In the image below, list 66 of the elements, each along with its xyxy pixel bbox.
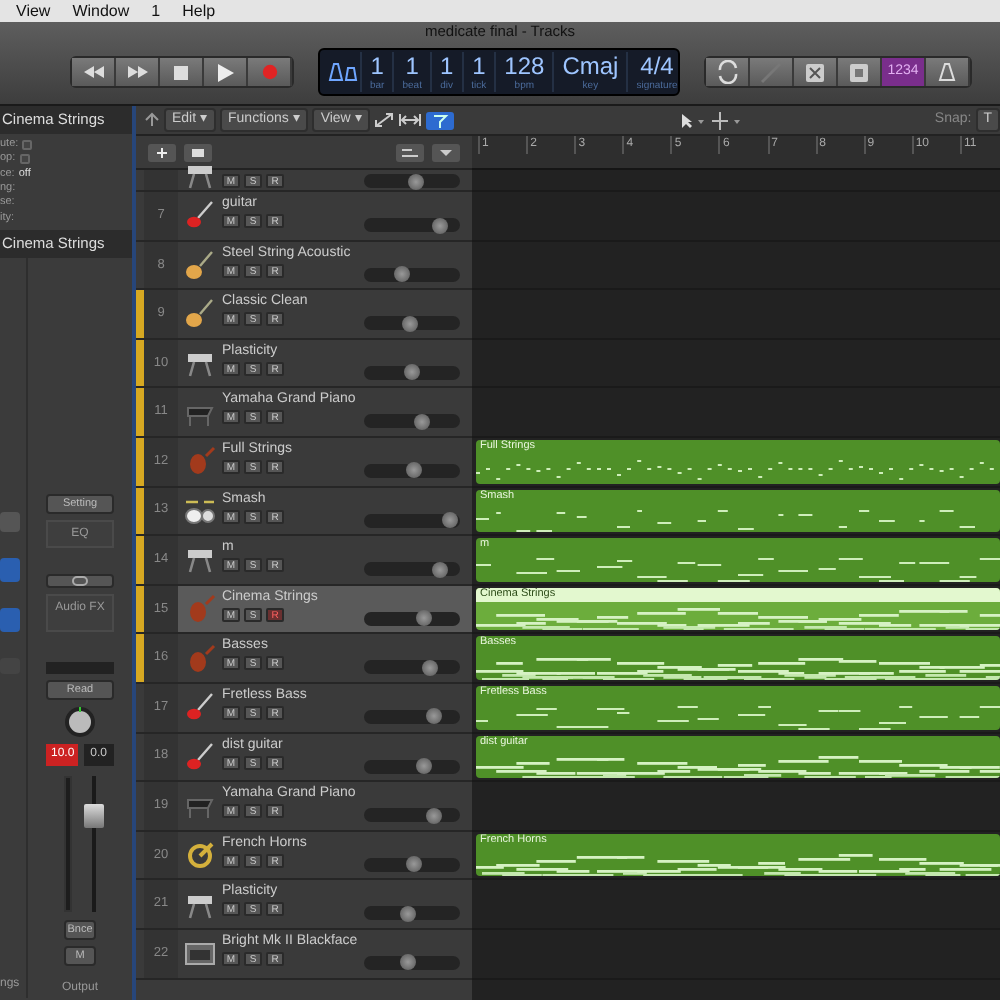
x-square-icon[interactable]	[804, 61, 826, 83]
volume-slider-thumb[interactable]	[426, 708, 443, 725]
volume-slider-thumb[interactable]	[415, 610, 432, 627]
folder-icon[interactable]	[184, 143, 212, 161]
track-options-icon[interactable]	[396, 143, 424, 161]
volume-slider-thumb[interactable]	[405, 462, 422, 479]
menu-item[interactable]: Help	[182, 0, 216, 22]
volume-slider-thumb[interactable]	[421, 659, 438, 676]
pan-knob[interactable]	[64, 706, 96, 739]
lcd-value: 4/4	[640, 52, 674, 80]
automation-display	[46, 661, 114, 675]
lcd-value: 1	[472, 52, 486, 80]
volume-slider-thumb[interactable]	[401, 315, 418, 332]
violin-icon	[184, 643, 216, 674]
french-horn-icon	[184, 840, 216, 871]
checkbox[interactable]	[22, 140, 33, 151]
lcd-value: Cmaj	[562, 52, 619, 80]
electric-guitar-icon	[184, 200, 216, 231]
checkbox[interactable]	[19, 154, 30, 165]
rewind-icon[interactable]	[83, 64, 103, 80]
volume-slider-thumb[interactable]	[413, 413, 430, 430]
volume-slider-thumb[interactable]	[426, 807, 443, 824]
lcd-value: 1	[439, 52, 454, 80]
play-icon[interactable]	[217, 63, 233, 81]
menu-item[interactable]: 1	[151, 0, 161, 22]
volume-slider-thumb[interactable]	[408, 173, 425, 189]
fader-handle[interactable]	[84, 804, 104, 829]
cycle-icon[interactable]	[715, 60, 739, 84]
electric-guitar-icon	[184, 692, 216, 723]
lcd-value: 1	[370, 52, 384, 80]
crosshair-tool-icon[interactable]	[710, 111, 743, 129]
electric-guitar-icon	[184, 741, 216, 772]
keyboard-stand-icon	[184, 348, 216, 379]
acoustic-guitar-icon	[184, 249, 216, 280]
add-track-icon[interactable]	[148, 143, 176, 161]
metronome-icon[interactable]	[938, 62, 956, 82]
volume-slider-thumb[interactable]	[399, 905, 416, 922]
volume-slider-thumb[interactable]	[394, 266, 411, 283]
acoustic-guitar-icon	[184, 298, 216, 329]
volume-slider-thumb[interactable]	[432, 217, 449, 233]
back-arrow-icon[interactable]	[144, 112, 160, 128]
keyboard-stand-icon	[184, 544, 216, 575]
s-square-icon[interactable]	[848, 61, 870, 83]
volume-slider-thumb[interactable]	[442, 512, 459, 529]
amplifier-icon	[184, 938, 216, 969]
menu-item[interactable]: View	[16, 0, 51, 22]
violin-icon	[184, 594, 216, 625]
violin-icon	[184, 446, 216, 477]
resize-icon[interactable]	[374, 112, 395, 128]
metronome-icon	[328, 62, 360, 82]
drum-kit-icon	[184, 495, 216, 526]
fast-forward-icon[interactable]	[127, 64, 147, 80]
keyboard-stand-icon	[184, 160, 216, 190]
lcd-value: 128	[504, 52, 545, 80]
split-icon[interactable]	[398, 112, 423, 128]
collapse-icon[interactable]	[432, 143, 460, 161]
volume-slider-thumb[interactable]	[432, 561, 449, 578]
lcd-value: 1	[405, 52, 419, 80]
volume-slider-thumb[interactable]	[399, 954, 416, 971]
link-icon[interactable]	[72, 576, 88, 587]
volume-slider-thumb[interactable]	[415, 758, 432, 775]
menu-item[interactable]: Window	[72, 0, 130, 22]
volume-slider-thumb[interactable]	[404, 364, 420, 381]
volume-slider-thumb[interactable]	[405, 856, 422, 873]
stop-icon[interactable]	[174, 65, 188, 79]
pointer-tool-icon[interactable]	[678, 111, 707, 129]
